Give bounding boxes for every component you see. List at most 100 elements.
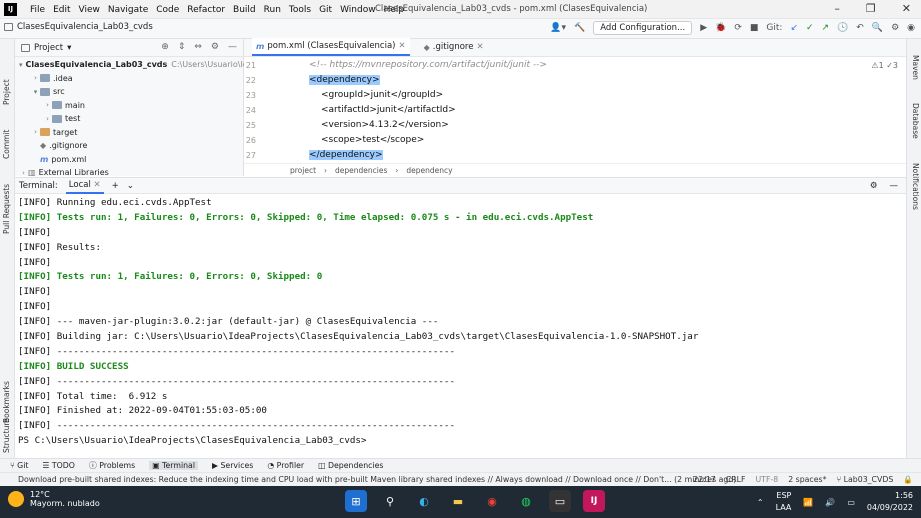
breadcrumb-dependencies[interactable]: dependencies bbox=[335, 166, 387, 175]
code-content[interactable]: <!-- https://mvnrepository.com/artifact/… bbox=[304, 58, 547, 163]
git-push-icon[interactable]: ↗ bbox=[822, 23, 830, 33]
search-icon[interactable]: ⚲ bbox=[379, 490, 401, 512]
hide-panel-icon[interactable]: — bbox=[228, 42, 237, 52]
caret-position[interactable]: 22:17 bbox=[693, 475, 715, 484]
breadcrumb-dependency[interactable]: dependency bbox=[406, 166, 452, 175]
menu-item-tools[interactable]: Tools bbox=[289, 5, 311, 15]
tab-project[interactable]: Project bbox=[2, 79, 11, 105]
battery-icon[interactable]: ▭ bbox=[847, 498, 855, 507]
clock[interactable]: 1:56 04/09/2022 bbox=[867, 490, 913, 514]
maximize-icon[interactable]: ❐ bbox=[866, 2, 876, 15]
status-message[interactable]: Download pre-built shared indexes: Reduc… bbox=[18, 475, 736, 484]
tree-item[interactable]: › target bbox=[15, 126, 244, 140]
tool-window-dependencies[interactable]: ◫ Dependencies bbox=[318, 461, 383, 470]
tab-bookmarks[interactable]: Bookmarks bbox=[2, 381, 11, 423]
tool-window-services[interactable]: ▶ Services bbox=[212, 461, 253, 470]
build-hammer-icon[interactable]: 🔨 bbox=[574, 23, 585, 33]
weather-widget[interactable]: 12°C Mayorm. nublado bbox=[8, 490, 100, 508]
history-icon[interactable]: 🕓 bbox=[837, 23, 848, 33]
tree-item[interactable]: › test bbox=[15, 112, 244, 126]
windows-start-icon[interactable]: ⊞ bbox=[345, 490, 367, 512]
tree-item[interactable]: ▾ ClasesEquivalencia_Lab03_cvds C:\Users\U… bbox=[15, 58, 244, 72]
tree-item[interactable]: ▾ src bbox=[15, 85, 244, 99]
run-icon[interactable]: ▶ bbox=[700, 23, 707, 33]
breadcrumb-project[interactable]: project bbox=[290, 166, 316, 175]
tool-window-problems[interactable]: ⓘ Problems bbox=[89, 460, 135, 471]
hide-terminal-icon[interactable]: — bbox=[890, 181, 899, 191]
tool-window-profiler[interactable]: ◔ Profiler bbox=[267, 461, 304, 470]
debug-icon[interactable]: 🐞 bbox=[715, 23, 726, 33]
tree-item[interactable]: m pom.xml bbox=[15, 153, 244, 167]
chevron-right-icon[interactable]: › bbox=[31, 74, 40, 82]
menu-item-edit[interactable]: Edit bbox=[53, 5, 70, 15]
tab-maven[interactable]: Maven bbox=[911, 55, 920, 80]
settings-gear-icon[interactable]: ⚙ bbox=[891, 23, 899, 33]
chrome-icon[interactable]: ◉ bbox=[481, 490, 503, 512]
chevron-down-icon[interactable]: ⌄ bbox=[127, 181, 134, 191]
line-separator[interactable]: CRLF bbox=[726, 475, 746, 484]
menu-item-refactor[interactable]: Refactor bbox=[187, 5, 225, 15]
tray-chevron-up-icon[interactable]: ⌃ bbox=[757, 498, 764, 507]
options-gear-icon[interactable]: ⚙ bbox=[211, 42, 219, 52]
minimize-icon[interactable]: – bbox=[834, 2, 840, 15]
close-icon[interactable]: ✕ bbox=[902, 2, 911, 15]
tab-commit[interactable]: Commit bbox=[2, 130, 11, 159]
menu-item-view[interactable]: View bbox=[79, 5, 100, 15]
indent-setting[interactable]: 2 spaces* bbox=[788, 475, 826, 484]
chevron-right-icon[interactable]: › bbox=[19, 169, 28, 177]
add-configuration-button[interactable]: Add Configuration... bbox=[593, 21, 693, 35]
menu-item-code[interactable]: Code bbox=[156, 5, 179, 15]
volume-icon[interactable]: 🔊 bbox=[825, 498, 835, 507]
edge-browser-icon[interactable]: ◐ bbox=[413, 490, 435, 512]
inspection-widget[interactable]: ⚠1 ✓3 bbox=[871, 61, 898, 70]
menu-item-run[interactable]: Run bbox=[264, 5, 281, 15]
tool-window-todo[interactable]: ☰ TODO bbox=[42, 461, 75, 470]
chevron-down-icon[interactable]: ▾ bbox=[67, 43, 71, 53]
wifi-icon[interactable]: 📶 bbox=[803, 498, 813, 507]
menu-item-git[interactable]: Git bbox=[319, 5, 332, 15]
chevron-down-icon[interactable]: ▾ bbox=[19, 61, 23, 69]
tree-item[interactable]: ◆ .gitignore bbox=[15, 139, 244, 153]
git-update-icon[interactable]: ↙ bbox=[790, 23, 798, 33]
git-branch[interactable]: ⑂ Lab03_CVDS bbox=[836, 475, 893, 484]
spotify-icon[interactable]: ◍ bbox=[515, 490, 537, 512]
menu-item-window[interactable]: Window bbox=[340, 5, 376, 15]
chevron-right-icon[interactable]: › bbox=[43, 101, 52, 109]
tab-structure[interactable]: Structure bbox=[2, 418, 11, 453]
collapse-all-icon[interactable]: ⇔ bbox=[194, 42, 202, 52]
stop-icon[interactable]: ■ bbox=[750, 23, 759, 33]
tab-database[interactable]: Database bbox=[911, 103, 920, 139]
tool-window-terminal[interactable]: ▣ Terminal bbox=[149, 461, 198, 470]
tool-window-git[interactable]: ⑂ Git bbox=[10, 461, 28, 470]
project-breadcrumb[interactable]: ClasesEquivalencia_Lab03_cvds bbox=[17, 22, 153, 32]
terminal-output[interactable]: [INFO] Running edu.eci.cvds.AppTest [INFO… bbox=[15, 194, 906, 458]
terminal-settings-gear-icon[interactable]: ⚙ bbox=[870, 181, 878, 191]
tab-pull-requests[interactable]: Pull Requests bbox=[2, 184, 11, 234]
tree-item[interactable]: › main bbox=[15, 99, 244, 113]
close-tab-icon[interactable]: ✕ bbox=[399, 41, 406, 51]
project-panel-title[interactable]: Project bbox=[34, 43, 63, 53]
menu-item-file[interactable]: File bbox=[30, 5, 45, 15]
locate-icon[interactable]: ⊕ bbox=[161, 42, 169, 52]
tab-gitignore[interactable]: ◆ .gitignore ✕ bbox=[420, 38, 488, 56]
menu-item-navigate[interactable]: Navigate bbox=[108, 5, 148, 15]
close-tab-icon[interactable]: ✕ bbox=[94, 180, 101, 190]
chevron-right-icon[interactable]: › bbox=[43, 115, 52, 123]
jetbrains-icon[interactable]: ◉ bbox=[907, 23, 915, 33]
tab-local[interactable]: Local ✕ bbox=[65, 177, 104, 194]
rollback-icon[interactable]: ↶ bbox=[856, 23, 864, 33]
expand-all-icon[interactable]: ⇕ bbox=[178, 42, 186, 52]
tab-pom-xml[interactable]: m pom.xml (ClasesEquivalencia) ✕ bbox=[252, 38, 410, 56]
search-icon[interactable]: 🔍 bbox=[872, 23, 883, 33]
user-icon[interactable]: 👤▾ bbox=[550, 23, 566, 33]
new-tab-plus-icon[interactable]: + bbox=[112, 181, 119, 191]
chevron-down-icon[interactable]: ▾ bbox=[31, 88, 40, 96]
tab-notifications[interactable]: Notifications bbox=[911, 163, 920, 210]
tree-item[interactable]: › .idea bbox=[15, 72, 244, 86]
file-encoding[interactable]: UTF-8 bbox=[755, 475, 778, 484]
terminal-app-icon[interactable]: ▭ bbox=[549, 490, 571, 512]
chevron-right-icon[interactable]: › bbox=[31, 128, 40, 136]
intellij-app-icon[interactable]: IJ bbox=[583, 490, 605, 512]
close-tab-icon[interactable]: ✕ bbox=[476, 42, 483, 52]
lock-icon[interactable]: 🔒 bbox=[903, 475, 913, 484]
